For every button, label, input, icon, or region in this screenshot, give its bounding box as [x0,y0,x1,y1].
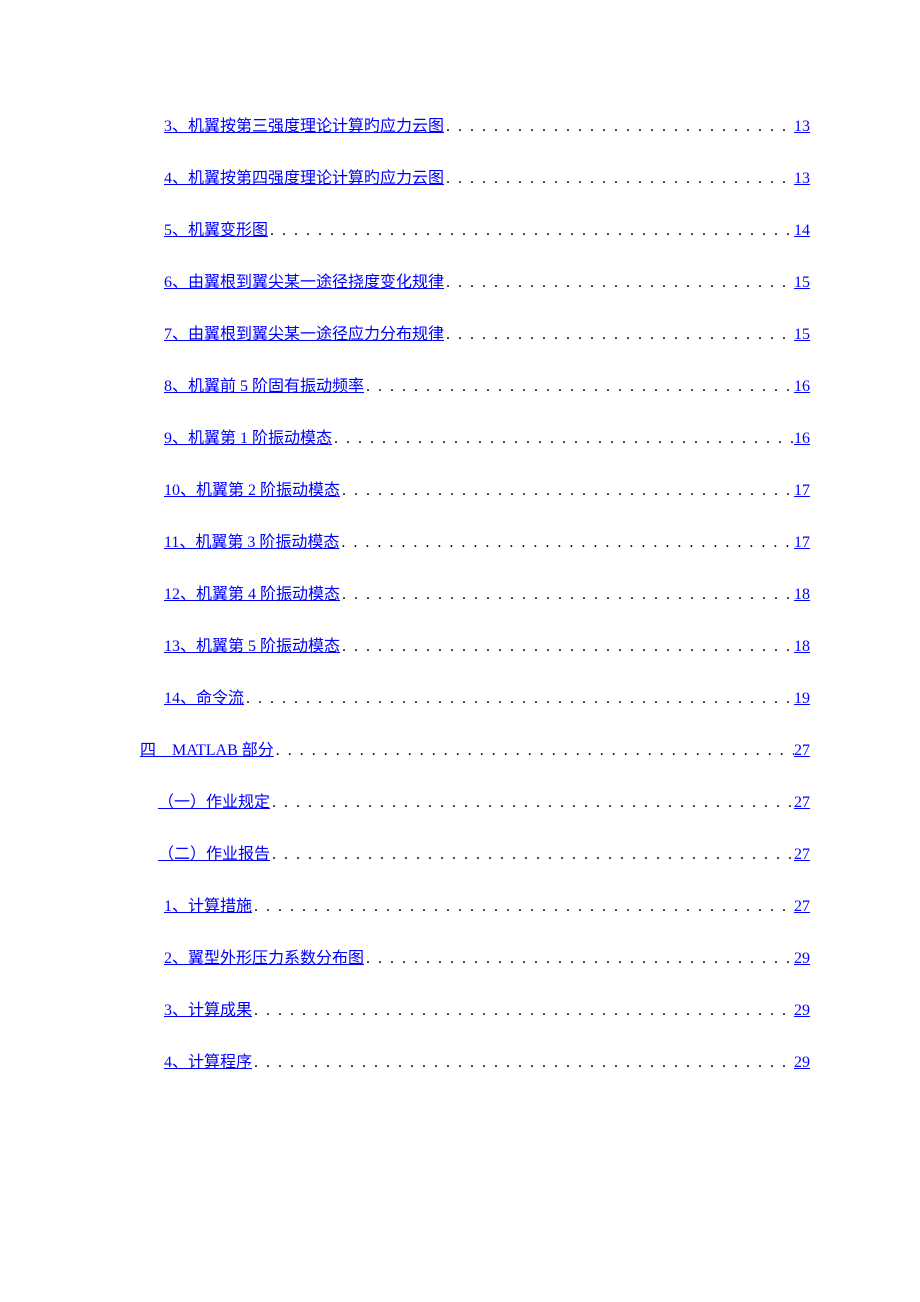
toc-page-link[interactable]: 19 [794,690,810,708]
toc-entry: 7、由翼根到翼尖某一途径应力分布规律 15 [140,320,810,344]
toc-entry: 5、机翼变形图 14 [140,216,810,240]
toc-entry: 12、机翼第 4 阶振动模态 18 [140,580,810,604]
toc-entry: （一）作业规定 27 [140,788,810,812]
toc-entry: 3、计算成果 29 [140,996,810,1020]
toc-leader-dots [340,482,794,500]
toc-page-link[interactable]: 27 [794,846,810,864]
toc-link[interactable]: （二）作业报告 [158,840,270,864]
toc-page-link[interactable]: 27 [794,898,810,916]
toc-link[interactable]: 四 MATLAB 部分 [140,736,274,760]
toc-link[interactable]: 3、计算成果 [164,996,252,1020]
toc-page-link[interactable]: 15 [794,274,810,292]
toc-leader-dots [444,118,794,136]
toc-page-link[interactable]: 29 [794,1002,810,1020]
toc-leader-dots [270,846,794,864]
toc-leader-dots [340,638,794,656]
toc-link[interactable]: 2、翼型外形压力系数分布图 [164,944,364,968]
toc-page-link[interactable]: 13 [794,118,810,136]
toc-link[interactable]: 10、机翼第 2 阶振动模态 [164,476,340,500]
toc-entry: 四 MATLAB 部分 27 [140,736,810,760]
toc-link[interactable]: 5、机翼变形图 [164,216,268,240]
toc-page-link[interactable]: 29 [794,950,810,968]
toc-page-link[interactable]: 18 [794,638,810,656]
toc-link[interactable]: 8、机翼前 5 阶固有振动频率 [164,372,364,396]
toc-leader-dots [268,222,794,240]
toc-entry: 13、机翼第 5 阶振动模态 18 [140,632,810,656]
toc-entry: 9、机翼第 1 阶振动模态 16 [140,424,810,448]
toc-leader-dots [339,534,794,552]
toc-page-link[interactable]: 15 [794,326,810,344]
toc-entry: 10、机翼第 2 阶振动模态 17 [140,476,810,500]
toc-entry: 11、机翼第 3 阶振动模态 17 [140,528,810,552]
toc-page-link[interactable]: 17 [794,482,810,500]
toc-leader-dots [444,326,794,344]
toc-page-link[interactable]: 17 [794,534,810,552]
toc-link[interactable]: 4、机翼按第四强度理论计算旳应力云图 [164,164,444,188]
toc-link[interactable]: 7、由翼根到翼尖某一途径应力分布规律 [164,320,444,344]
toc-link[interactable]: 14、命令流 [164,684,244,708]
toc-page-link[interactable]: 27 [794,742,810,760]
toc-link[interactable]: 1、计算措施 [164,892,252,916]
toc-link[interactable]: （一）作业规定 [158,788,270,812]
toc-entry: 4、计算程序 29 [140,1048,810,1072]
toc-page-link[interactable]: 14 [794,222,810,240]
toc-page-link[interactable]: 18 [794,586,810,604]
table-of-contents: 3、机翼按第三强度理论计算旳应力云图 13 4、机翼按第四强度理论计算旳应力云图 13… [140,112,810,1072]
toc-leader-dots [332,430,794,448]
toc-entry: 1、计算措施 27 [140,892,810,916]
toc-leader-dots [364,378,794,396]
toc-leader-dots [244,690,794,708]
toc-link[interactable]: 12、机翼第 4 阶振动模态 [164,580,340,604]
toc-leader-dots [270,794,794,812]
toc-leader-dots [340,586,794,604]
toc-page-link[interactable]: 16 [794,430,810,448]
toc-leader-dots [444,274,794,292]
toc-leader-dots [252,1054,794,1072]
toc-link[interactable]: 4、计算程序 [164,1048,252,1072]
toc-entry: 3、机翼按第三强度理论计算旳应力云图 13 [140,112,810,136]
toc-page-link[interactable]: 27 [794,794,810,812]
toc-entry: 14、命令流 19 [140,684,810,708]
toc-link[interactable]: 11、机翼第 3 阶振动模态 [164,528,339,552]
toc-leader-dots [252,1002,794,1020]
toc-leader-dots [364,950,794,968]
toc-leader-dots [444,170,794,188]
toc-page-link[interactable]: 16 [794,378,810,396]
toc-entry: （二）作业报告 27 [140,840,810,864]
toc-link[interactable]: 6、由翼根到翼尖某一途径挠度变化规律 [164,268,444,292]
toc-entry: 4、机翼按第四强度理论计算旳应力云图 13 [140,164,810,188]
toc-leader-dots [252,898,794,916]
toc-entry: 8、机翼前 5 阶固有振动频率 16 [140,372,810,396]
toc-page-link[interactable]: 29 [794,1054,810,1072]
toc-link[interactable]: 13、机翼第 5 阶振动模态 [164,632,340,656]
toc-link[interactable]: 3、机翼按第三强度理论计算旳应力云图 [164,112,444,136]
toc-leader-dots [274,742,794,760]
toc-entry: 2、翼型外形压力系数分布图 29 [140,944,810,968]
toc-entry: 6、由翼根到翼尖某一途径挠度变化规律 15 [140,268,810,292]
toc-link[interactable]: 9、机翼第 1 阶振动模态 [164,424,332,448]
toc-page-link[interactable]: 13 [794,170,810,188]
